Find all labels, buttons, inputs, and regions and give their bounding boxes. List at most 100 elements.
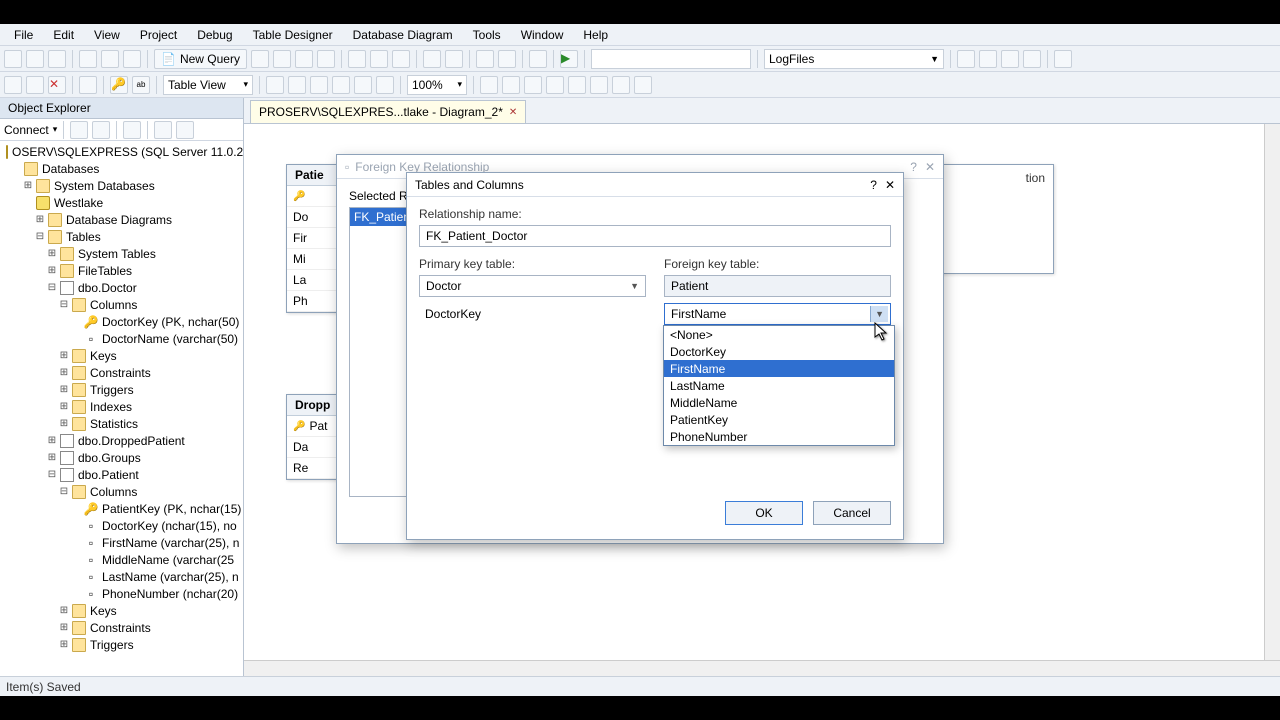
tree-keys2[interactable]: Keys xyxy=(88,604,117,618)
menu-window[interactable]: Window xyxy=(513,26,572,44)
template-browser-icon[interactable] xyxy=(1023,50,1041,68)
menu-debug[interactable]: Debug xyxy=(189,26,240,44)
dropdown-option[interactable]: <None> xyxy=(664,326,894,343)
tree-phonenumber[interactable]: PhoneNumber (nchar(20) xyxy=(100,587,238,601)
menu-file[interactable]: File xyxy=(6,26,41,44)
reports-icon[interactable] xyxy=(176,121,194,139)
dropdown-option[interactable]: DoctorKey xyxy=(664,343,894,360)
redo-icon[interactable] xyxy=(445,50,463,68)
stop-icon[interactable] xyxy=(92,121,110,139)
activity-monitor-icon[interactable] xyxy=(957,50,975,68)
connect-button[interactable]: Connect xyxy=(4,123,49,137)
tree-indexes[interactable]: Indexes xyxy=(88,400,132,414)
solution-config-combo[interactable] xyxy=(591,49,751,69)
paste-icon[interactable] xyxy=(392,50,410,68)
show-rel-labels-icon[interactable] xyxy=(634,76,652,94)
disconnect-icon[interactable] xyxy=(70,121,88,139)
nav-forward-icon[interactable] xyxy=(498,50,516,68)
new-project-icon[interactable] xyxy=(4,50,22,68)
object-explorer-tree[interactable]: OSERV\SQLEXPRESS (SQL Server 11.0.2100 -… xyxy=(0,141,243,676)
arrange-tables-icon[interactable] xyxy=(502,76,520,94)
tab-diagram[interactable]: PROSERV\SQLEXPRES...tlake - Diagram_2* ✕ xyxy=(250,100,526,123)
tree-lastname[interactable]: LastName (varchar(25), n xyxy=(100,570,239,584)
close-icon[interactable]: ✕ xyxy=(509,107,517,118)
help-icon[interactable]: ? xyxy=(870,178,877,192)
mdx-query-icon[interactable] xyxy=(295,50,313,68)
tree-middlename[interactable]: MiddleName (varchar(25 xyxy=(100,553,234,567)
toolbar-overflow-icon[interactable] xyxy=(1054,50,1072,68)
tree-keys[interactable]: Keys xyxy=(88,349,117,363)
tree-sysdb[interactable]: System Databases xyxy=(52,179,155,193)
close-icon[interactable]: ✕ xyxy=(925,160,935,174)
tree-firstname[interactable]: FirstName (varchar(25), n xyxy=(100,536,239,550)
open-file-icon[interactable] xyxy=(79,50,97,68)
new-text-icon[interactable] xyxy=(612,76,630,94)
tree-systables[interactable]: System Tables xyxy=(76,247,156,261)
chevron-down-icon[interactable]: ▼ xyxy=(870,306,888,322)
tree-statistics[interactable]: Statistics xyxy=(88,417,138,431)
menu-table-designer[interactable]: Table Designer xyxy=(245,26,341,44)
tree-constraints[interactable]: Constraints xyxy=(88,366,151,380)
cut-icon[interactable] xyxy=(348,50,366,68)
relationship-name-input[interactable]: FK_Patient_Doctor xyxy=(419,225,891,247)
new-item-icon[interactable] xyxy=(26,50,44,68)
tree-westlake[interactable]: Westlake xyxy=(52,196,103,210)
db-engine-query-icon[interactable] xyxy=(251,50,269,68)
manage-indexes-icon[interactable] xyxy=(288,76,306,94)
menu-help[interactable]: Help xyxy=(575,26,616,44)
tree-groups[interactable]: dbo.Groups xyxy=(76,451,141,465)
dropdown-option[interactable]: PatientKey xyxy=(664,411,894,428)
tree-triggers2[interactable]: Triggers xyxy=(88,638,134,652)
abc-icon[interactable]: ab xyxy=(132,76,150,94)
tree-filetables[interactable]: FileTables xyxy=(76,264,132,278)
tree-server[interactable]: OSERV\SQLEXPRESS (SQL Server 11.0.2100 - xyxy=(10,145,243,159)
close-icon[interactable]: ✕ xyxy=(885,178,895,192)
menu-project[interactable]: Project xyxy=(132,26,185,44)
xml-indexes-icon[interactable] xyxy=(332,76,350,94)
fulltext-icon[interactable] xyxy=(310,76,328,94)
obj-explorer-icon[interactable] xyxy=(1001,50,1019,68)
add-table-icon[interactable] xyxy=(26,76,44,94)
tree-dbdiagrams[interactable]: Database Diagrams xyxy=(64,213,172,227)
ok-button[interactable]: OK xyxy=(725,501,803,525)
check-constraints-icon[interactable] xyxy=(354,76,372,94)
relationship-list[interactable]: FK_Patient xyxy=(349,207,409,497)
tree-databases[interactable]: Databases xyxy=(40,162,99,176)
relationships-icon[interactable] xyxy=(266,76,284,94)
pk-column-cell[interactable]: DoctorKey xyxy=(419,303,646,325)
tree-doctor[interactable]: dbo.Doctor xyxy=(76,281,137,295)
dropdown-option[interactable]: PhoneNumber xyxy=(664,428,894,445)
set-primary-key-icon[interactable]: 🔑 xyxy=(110,76,128,94)
tree-patient[interactable]: dbo.Patient xyxy=(76,468,139,482)
fk-column-dropdown[interactable]: <None>DoctorKeyFirstNameLastNameMiddleNa… xyxy=(663,325,895,446)
tree-columns2[interactable]: Columns xyxy=(88,485,137,499)
undo-icon[interactable] xyxy=(423,50,441,68)
autosize-icon[interactable] xyxy=(524,76,542,94)
menu-edit[interactable]: Edit xyxy=(45,26,82,44)
cancel-button[interactable]: Cancel xyxy=(813,501,891,525)
open-icon[interactable] xyxy=(48,50,66,68)
new-table-icon[interactable] xyxy=(4,76,22,94)
text-annotation-icon[interactable] xyxy=(590,76,608,94)
menu-view[interactable]: View xyxy=(86,26,128,44)
start-icon[interactable]: ▶ xyxy=(560,50,578,68)
relationship-list-item[interactable]: FK_Patient xyxy=(350,208,408,226)
reg-servers-icon[interactable] xyxy=(979,50,997,68)
remove-table-icon[interactable]: ✕ xyxy=(48,76,66,94)
vertical-scrollbar[interactable] xyxy=(1264,124,1280,660)
analysis-query-icon[interactable] xyxy=(273,50,291,68)
new-query-button[interactable]: 📄 New Query xyxy=(154,49,247,69)
dropdown-option[interactable]: LastName xyxy=(664,377,894,394)
zoom-combo[interactable]: 100% ▾ xyxy=(407,75,467,95)
tree-columns[interactable]: Columns xyxy=(88,298,137,312)
menu-database-diagram[interactable]: Database Diagram xyxy=(345,26,461,44)
arrange-selection-icon[interactable] xyxy=(480,76,498,94)
tree-pdoctorkey[interactable]: DoctorKey (nchar(15), no xyxy=(100,519,237,533)
dropdown-option[interactable]: FirstName xyxy=(664,360,894,377)
pk-table-select[interactable]: Doctor ▼ xyxy=(419,275,646,297)
dropdown-option[interactable]: MiddleName xyxy=(664,394,894,411)
tree-droppedpatient[interactable]: dbo.DroppedPatient xyxy=(76,434,185,448)
tree-triggers[interactable]: Triggers xyxy=(88,383,134,397)
table-view-combo[interactable]: Table View ▾ xyxy=(163,75,253,95)
tree-doctorkey[interactable]: DoctorKey (PK, nchar(50) xyxy=(100,315,239,329)
